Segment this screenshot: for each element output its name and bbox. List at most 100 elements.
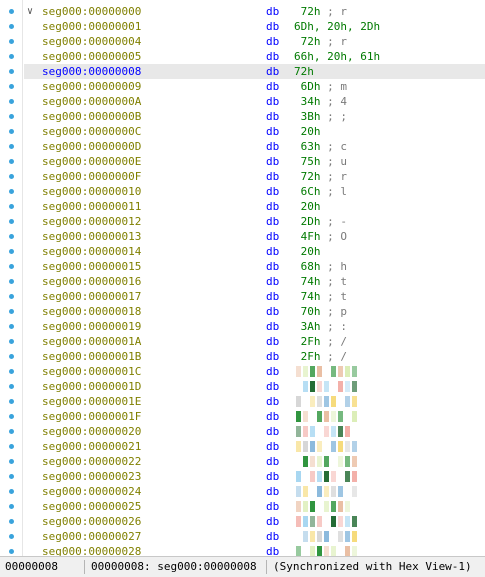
row-operand[interactable]: 74h ; t [294,274,347,289]
dot-icon[interactable] [9,294,14,299]
dot-icon[interactable] [9,114,14,119]
row-operand[interactable]: 66h, 20h, 61h [294,49,380,64]
listing-row[interactable]: seg000:00000012 db 2Dh ; - [24,214,485,229]
row-operand[interactable]: 2Dh ; - [294,214,347,229]
row-address[interactable]: seg000:00000004 [42,34,141,49]
dot-icon[interactable] [9,399,14,404]
listing-row[interactable]: seg000:00000016 db 74h ; t [24,274,485,289]
dot-icon[interactable] [9,39,14,44]
row-address[interactable]: seg000:0000001B [42,349,141,364]
dot-icon[interactable] [9,219,14,224]
listing-row[interactable]: seg000:00000022 db [24,454,485,469]
row-address[interactable]: seg000:0000001C [42,364,141,379]
row-address[interactable]: seg000:00000021 [42,439,141,454]
row-operand[interactable]: 3Bh ; ; [294,109,347,124]
dot-icon[interactable] [9,519,14,524]
row-address[interactable]: seg000:00000016 [42,274,141,289]
listing-row[interactable]: seg000:00000019 db 3Ah ; : [24,319,485,334]
row-address[interactable]: seg000:00000000 [42,4,141,19]
listing-row[interactable]: seg000:0000001B db 2Fh ; / [24,349,485,364]
row-operand[interactable]: 6Dh ; m [294,79,347,94]
dot-icon[interactable] [9,249,14,254]
listing-row[interactable]: seg000:00000008 db 72h [24,64,485,79]
row-address[interactable]: seg000:00000015 [42,259,141,274]
listing-row[interactable]: seg000:0000000E db 75h ; u [24,154,485,169]
row-operand[interactable]: 20h [294,199,321,214]
listing-row[interactable]: seg000:0000000C db 20h [24,124,485,139]
row-operand[interactable]: 4Fh ; O [294,229,347,244]
dot-icon[interactable] [9,54,14,59]
listing-row[interactable]: seg000:0000001A db 2Fh ; / [24,334,485,349]
row-address[interactable]: seg000:00000011 [42,199,141,214]
row-operand[interactable]: 6Ch ; l [294,184,347,199]
row-operand[interactable]: 75h ; u [294,154,347,169]
row-address[interactable]: seg000:00000001 [42,19,141,34]
row-address[interactable]: seg000:00000019 [42,319,141,334]
listing-row[interactable]: seg000:00000021 db [24,439,485,454]
listing-row[interactable]: seg000:00000027 db [24,529,485,544]
dot-icon[interactable] [9,279,14,284]
listing-row[interactable]: seg000:00000024 db [24,484,485,499]
row-address[interactable]: seg000:00000009 [42,79,141,94]
row-operand[interactable]: 20h [294,124,321,139]
row-address[interactable]: seg000:0000000D [42,139,141,154]
row-address[interactable]: seg000:00000028 [42,544,141,556]
dot-icon[interactable] [9,324,14,329]
dot-icon[interactable] [9,429,14,434]
row-operand[interactable]: 2Fh ; / [294,334,347,349]
gutter[interactable] [0,0,23,556]
row-address[interactable]: seg000:00000024 [42,484,141,499]
listing-row[interactable]: seg000:00000010 db 6Ch ; l [24,184,485,199]
dot-icon[interactable] [9,99,14,104]
dot-icon[interactable] [9,414,14,419]
listing-row[interactable]: seg000:00000026 db [24,514,485,529]
row-address[interactable]: seg000:00000010 [42,184,141,199]
chevron-down-icon[interactable]: ∨ [27,4,33,19]
listing-row[interactable]: seg000:0000000F db 72h ; r [24,169,485,184]
listing-row[interactable]: seg000:0000000D db 63h ; c [24,139,485,154]
dot-icon[interactable] [9,459,14,464]
listing-row[interactable]: seg000:0000001C db [24,364,485,379]
row-address[interactable]: seg000:00000017 [42,289,141,304]
listing-row[interactable]: seg000:00000018 db 70h ; p [24,304,485,319]
listing-row[interactable]: seg000:00000017 db 74h ; t [24,289,485,304]
row-address[interactable]: seg000:00000026 [42,514,141,529]
dot-icon[interactable] [9,159,14,164]
row-address[interactable]: seg000:0000000E [42,154,141,169]
dot-icon[interactable] [9,84,14,89]
listing-row[interactable]: seg000:0000001F db [24,409,485,424]
listing-row[interactable]: seg000:00000001 db 6Dh, 20h, 2Dh [24,19,485,34]
row-address[interactable]: seg000:0000000A [42,94,141,109]
dot-icon[interactable] [9,204,14,209]
listing-row[interactable]: seg000:00000015 db 68h ; h [24,259,485,274]
listing-row[interactable]: ∨ seg000:00000000 db 72h ; r [24,4,485,19]
dot-icon[interactable] [9,189,14,194]
row-address[interactable]: seg000:00000020 [42,424,141,439]
dot-icon[interactable] [9,129,14,134]
row-address[interactable]: seg000:00000014 [42,244,141,259]
row-address[interactable]: seg000:00000012 [42,214,141,229]
row-address[interactable]: seg000:0000001D [42,379,141,394]
row-operand[interactable]: 74h ; t [294,289,347,304]
row-operand[interactable]: 3Ah ; : [294,319,347,334]
dot-icon[interactable] [9,504,14,509]
listing-row[interactable]: seg000:00000011 db 20h [24,199,485,214]
dot-icon[interactable] [9,384,14,389]
row-address[interactable]: seg000:00000005 [42,49,141,64]
dot-icon[interactable] [9,549,14,554]
dot-icon[interactable] [9,24,14,29]
dot-icon[interactable] [9,264,14,269]
row-operand[interactable]: 72h ; r [294,169,347,184]
dot-icon[interactable] [9,309,14,314]
dot-icon[interactable] [9,339,14,344]
dot-icon[interactable] [9,474,14,479]
listing-row[interactable]: seg000:00000013 db 4Fh ; O [24,229,485,244]
listing-row[interactable]: seg000:0000000A db 34h ; 4 [24,94,485,109]
row-address[interactable]: seg000:0000000F [42,169,141,184]
row-operand[interactable]: 72h ; r [294,34,347,49]
listing-row[interactable]: seg000:00000020 db [24,424,485,439]
row-operand[interactable]: 63h ; c [294,139,347,154]
row-operand[interactable]: 70h ; p [294,304,347,319]
listing-row[interactable]: seg000:00000014 db 20h [24,244,485,259]
listing-row[interactable]: seg000:00000023 db [24,469,485,484]
